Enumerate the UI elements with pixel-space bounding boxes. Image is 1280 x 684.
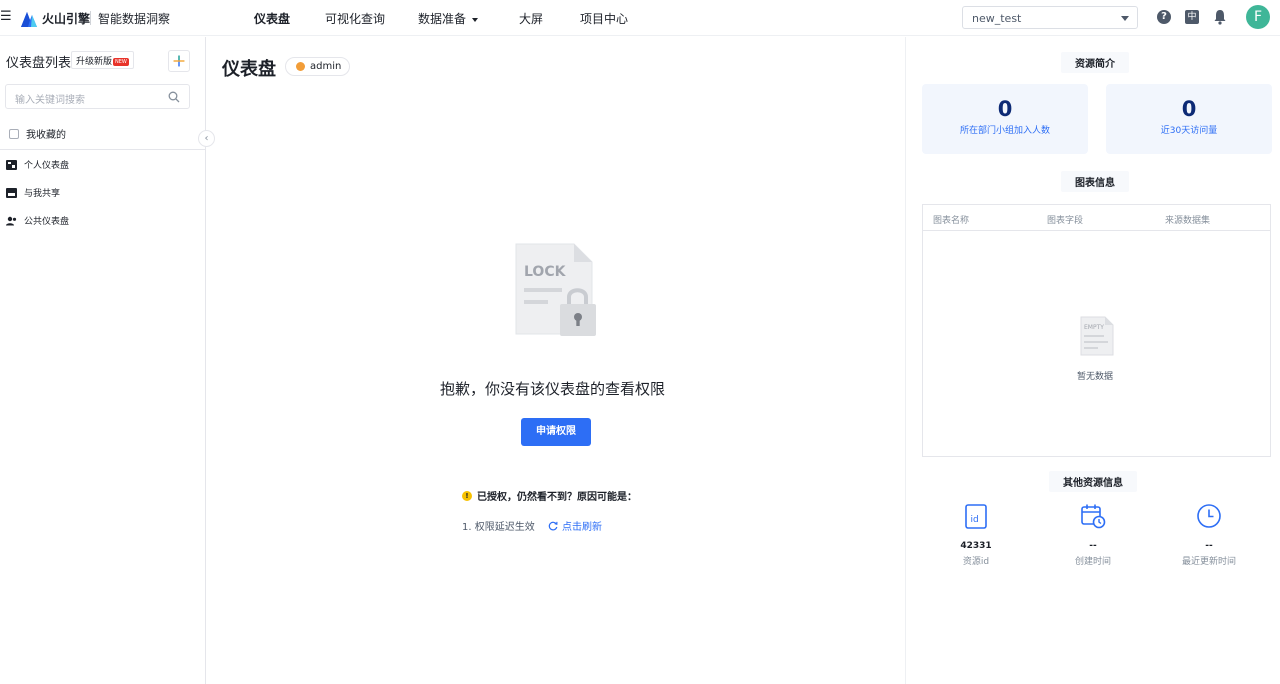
- volcano-logo: [21, 12, 37, 27]
- table-header: 图表名称 图表字段 来源数据集: [923, 205, 1270, 231]
- upgrade-button[interactable]: 升级新版 NEW: [71, 51, 134, 69]
- owner-avatar-icon: [296, 62, 305, 71]
- warning-icon: !: [462, 490, 472, 501]
- collapse-sidebar-button[interactable]: ‹: [198, 130, 215, 147]
- empty-data-icon: EMPTY: [1080, 316, 1114, 356]
- resource-summary-title: 资源简介: [1061, 52, 1129, 73]
- refresh-label: 点击刷新: [562, 522, 602, 533]
- hamburger-menu-icon[interactable]: ☰: [0, 10, 12, 24]
- search-placeholder: 输入关键词搜索: [15, 95, 85, 106]
- sidebar-item-personal[interactable]: 个人仪表盘: [6, 158, 69, 171]
- meta-value: --: [1089, 541, 1097, 551]
- meta-value: 42331: [960, 541, 992, 551]
- dashboard-icon: [6, 159, 17, 170]
- meta-label: 资源id: [962, 557, 990, 567]
- stat-value: 0: [1181, 97, 1197, 121]
- id-icon: id: [965, 504, 987, 529]
- chart-info-title: 图表信息: [1061, 171, 1129, 192]
- chevron-down-icon: [472, 17, 479, 22]
- stat-label: 所在部门小组加入人数: [959, 126, 1050, 136]
- owner-tag: admin: [285, 57, 351, 76]
- column-header: 图表名称: [933, 216, 970, 226]
- hint-title: ! 已授权，仍然看不到？原因可能是：: [462, 488, 637, 503]
- clock-icon: [1197, 504, 1221, 528]
- calendar-clock-icon: [1081, 504, 1106, 529]
- refresh-icon: [548, 521, 558, 530]
- nav-data-prep[interactable]: 数据准备: [418, 10, 479, 27]
- search-icon: [168, 91, 180, 103]
- meta-label: 最近更新时间: [1181, 557, 1236, 567]
- sidebar-item-label: 公共仪表盘: [24, 217, 70, 227]
- chart-info-table: 图表名称 图表字段 来源数据集 EMPTY 暂无数据: [922, 204, 1271, 457]
- meta-created-time: -- 创建时间: [1048, 503, 1138, 567]
- sidebar: 仪表盘列表 升级新版 NEW 输入关键词搜索 我收藏的 ‹ 个人仪表盘 与我共享 …: [0, 37, 215, 684]
- favorites-filter[interactable]: 我收藏的: [9, 126, 66, 141]
- upgrade-label: 升级新版: [76, 57, 113, 67]
- project-select[interactable]: new_test: [962, 6, 1138, 29]
- column-header: 图表字段: [1047, 216, 1084, 226]
- favorites-label: 我收藏的: [26, 130, 66, 141]
- new-badge: NEW: [113, 57, 129, 66]
- sidebar-item-label: 与我共享: [24, 189, 61, 199]
- add-dashboard-button[interactable]: [168, 50, 190, 72]
- avatar[interactable]: F: [1246, 5, 1270, 29]
- language-switch[interactable]: 中: [1185, 10, 1199, 24]
- stat-card-members: 0 所在部门小组加入人数: [922, 84, 1088, 154]
- dropdown-caret-icon: [1121, 16, 1129, 21]
- refresh-link[interactable]: 点击刷新: [548, 518, 602, 533]
- nav-data-prep-label: 数据准备: [418, 12, 467, 26]
- product-name: 智能数据洞察: [98, 12, 171, 26]
- meta-label: 创建时间: [1074, 557, 1111, 567]
- project-select-value: new_test: [972, 12, 1022, 25]
- meta-value: --: [1205, 541, 1213, 551]
- page-title: 仪表盘: [222, 59, 276, 80]
- lock-word: LOCK: [524, 264, 567, 280]
- nav-visual-query[interactable]: 可视化查询: [325, 10, 385, 27]
- resource-panel: 资源简介 0 所在部门小组加入人数 0 近30天访问量 图表信息 图表名称 图表…: [905, 37, 1280, 684]
- stat-label: 近30天访问量: [1160, 126, 1218, 136]
- sidebar-item-public[interactable]: 公共仪表盘: [6, 214, 69, 227]
- stat-value: 0: [997, 97, 1013, 121]
- svg-text:id: id: [971, 515, 979, 525]
- sidebar-item-shared[interactable]: 与我共享: [6, 186, 60, 199]
- favorites-checkbox[interactable]: [9, 128, 19, 139]
- shared-dashboard-icon: [6, 187, 17, 198]
- no-permission-message: 抱歉，你没有该仪表盘的查看权限: [440, 380, 666, 398]
- hint-title-text: 已授权，仍然看不到？原因可能是：: [477, 492, 637, 503]
- top-bar: ☰ 火山引擎 智能数据洞察 仪表盘 可视化查询 数据准备 大屏 项目中心 new…: [0, 0, 1280, 36]
- empty-text: 暂无数据: [1077, 372, 1114, 382]
- owner-name: admin: [310, 61, 342, 72]
- search-input[interactable]: 输入关键词搜索: [5, 84, 190, 109]
- sidebar-divider: [0, 149, 206, 150]
- stat-card-visits: 0 近30天访问量: [1106, 84, 1272, 154]
- brand-name: 火山引擎: [42, 12, 91, 26]
- brand-divider: [90, 11, 91, 25]
- other-info-title: 其他资源信息: [1049, 471, 1137, 492]
- meta-resource-id: id 42331 资源id: [931, 503, 1021, 567]
- sidebar-item-label: 个人仪表盘: [24, 161, 70, 171]
- empty-word: EMPTY: [1084, 324, 1104, 331]
- meta-updated-time: -- 最近更新时间: [1164, 503, 1254, 567]
- nav-dashboard[interactable]: 仪表盘: [254, 10, 290, 27]
- nav-project-center[interactable]: 项目中心: [580, 10, 628, 27]
- column-header: 来源数据集: [1165, 216, 1211, 226]
- sidebar-title: 仪表盘列表: [6, 56, 72, 71]
- bell-icon[interactable]: [1213, 9, 1227, 25]
- users-icon: [6, 216, 17, 225]
- hint-reason: 1. 权限延迟生效: [462, 522, 535, 533]
- lock-illustration: LOCK: [515, 243, 596, 336]
- apply-permission-button[interactable]: 申请权限: [521, 418, 591, 446]
- help-icon[interactable]: ?: [1157, 10, 1171, 24]
- nav-big-screen[interactable]: 大屏: [519, 10, 543, 27]
